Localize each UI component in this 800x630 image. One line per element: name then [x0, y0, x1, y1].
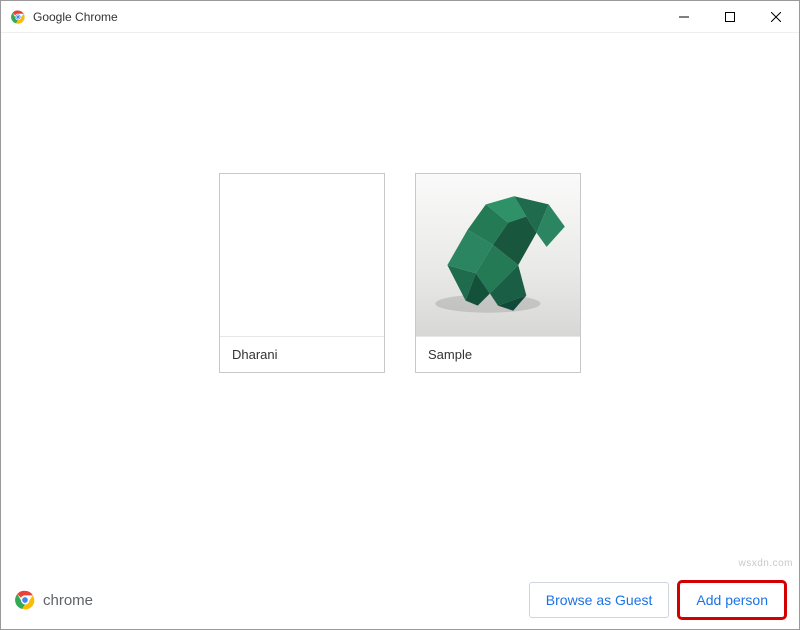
profile-card[interactable]: Sample — [415, 173, 581, 373]
profile-avatar-origami-dragon — [416, 174, 580, 336]
profile-avatar-blank — [220, 174, 384, 336]
watermark-text: wsxdn.com — [738, 558, 793, 569]
profile-chooser: Dharani — [1, 33, 799, 571]
window-title: Google Chrome — [33, 10, 661, 24]
window-titlebar: Google Chrome — [1, 1, 799, 33]
window-controls — [661, 1, 799, 32]
window-close-button[interactable] — [753, 1, 799, 32]
window-minimize-button[interactable] — [661, 1, 707, 32]
chrome-brand-text: chrome — [43, 592, 93, 609]
chrome-logo-icon — [15, 590, 35, 610]
profile-name: Sample — [416, 336, 580, 372]
window-maximize-button[interactable] — [707, 1, 753, 32]
footer: chrome Browse as Guest Add person — [1, 571, 799, 629]
browse-as-guest-button[interactable]: Browse as Guest — [529, 582, 670, 618]
profile-name: Dharani — [220, 336, 384, 372]
chrome-logo-icon — [11, 10, 25, 24]
profile-card[interactable]: Dharani — [219, 173, 385, 373]
add-person-button[interactable]: Add person — [679, 582, 785, 618]
